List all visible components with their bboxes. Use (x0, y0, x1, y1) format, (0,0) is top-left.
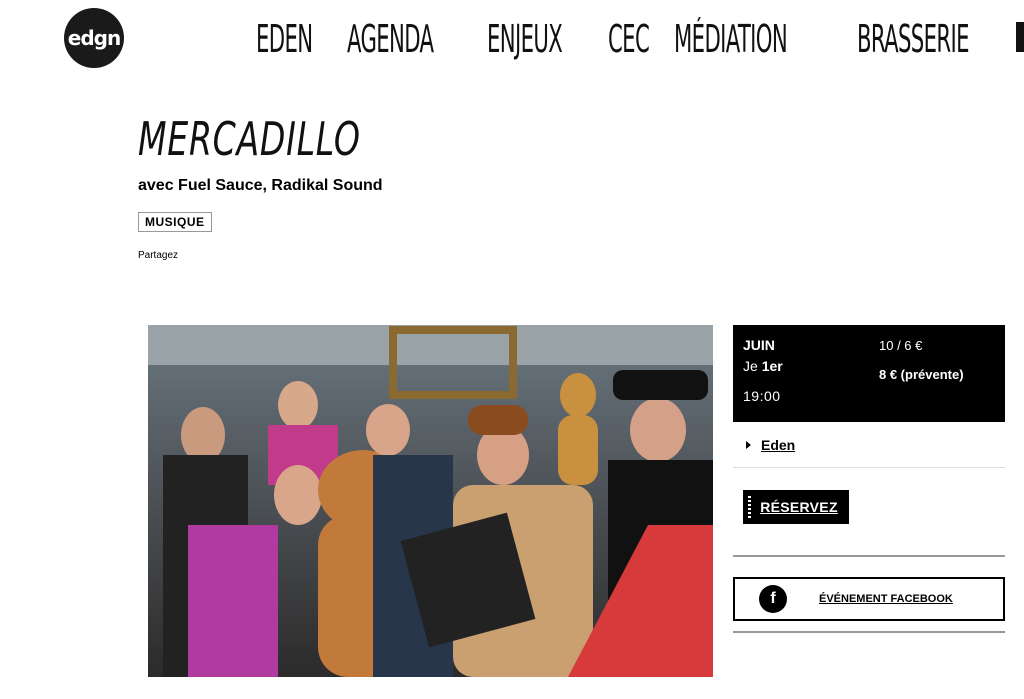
ticket-perforation-icon (748, 496, 751, 518)
price-presale: 8 € (prévente) (879, 367, 964, 382)
facebook-event-label: ÉVÉNEMENT FACEBOOK (819, 593, 953, 605)
nav-item-agenda[interactable]: AGENDA (347, 17, 434, 61)
price-regular: 10 / 6 € (879, 338, 923, 353)
event-time: 19:00 (743, 388, 781, 404)
event-info-box: JUIN Je 1er 19:00 10 / 6 € 8 € (prévente… (733, 325, 1005, 422)
share-label[interactable]: Partagez (138, 250, 178, 261)
event-photo (148, 325, 713, 677)
event-day-prefix: Je (743, 358, 758, 374)
reserve-label: RÉSERVEZ (760, 499, 838, 515)
nav-item-mediation[interactable]: MÉDIATION (674, 17, 788, 61)
category-tag[interactable]: MUSIQUE (138, 212, 212, 232)
event-day: Je 1er (743, 358, 783, 374)
event-title: MERCADILLO (138, 112, 361, 166)
event-subtitle: avec Fuel Sauce, Radikal Sound (138, 177, 383, 194)
nav-item-eden[interactable]: EDEN (256, 17, 313, 61)
event-month: JUIN (743, 337, 775, 353)
main-nav: EDEN AGENDA ENJEUX CEC MÉDIATION BRASSER… (256, 14, 1003, 64)
nav-item-cec[interactable]: CEC (608, 17, 650, 61)
reserve-button[interactable]: RÉSERVEZ (743, 490, 849, 524)
nav-item-brasserie[interactable]: BRASSERIE (857, 17, 970, 61)
facebook-event-button[interactable]: f ÉVÉNEMENT FACEBOOK (733, 577, 1005, 621)
venue-link[interactable]: Eden (761, 437, 795, 453)
caret-right-icon (746, 441, 751, 449)
venue-row: Eden (746, 437, 795, 453)
site-logo[interactable]: edgn (64, 8, 124, 68)
event-day-number: 1er (761, 358, 783, 374)
nav-item-enjeux[interactable]: ENJEUX (487, 17, 563, 61)
divider (733, 555, 1005, 557)
menu-toggle[interactable] (1016, 22, 1024, 52)
divider (733, 467, 1005, 468)
divider (733, 631, 1005, 633)
facebook-icon: f (759, 585, 787, 613)
